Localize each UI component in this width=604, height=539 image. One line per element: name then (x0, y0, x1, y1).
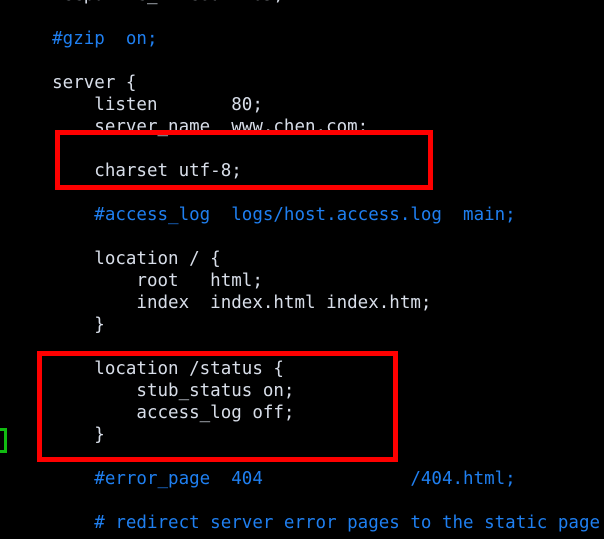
code-line: #access_log logs/host.access.log main; (10, 205, 516, 225)
code-line: #gzip on; (10, 29, 158, 49)
code-line: } (10, 315, 105, 335)
code-line: stub_status on; (10, 381, 295, 401)
code-line: server_name www.chen.com; (10, 117, 369, 137)
code-line: access_log off; (10, 403, 295, 423)
code-line: root html; (10, 271, 263, 291)
code-line: } (10, 425, 105, 445)
code-line: listen 80; (10, 95, 263, 115)
code-line: # redirect server error pages to the sta… (10, 513, 601, 533)
code-line: location /status { (10, 359, 284, 379)
code-line: server { (10, 73, 137, 93)
terminal-window: keepalive_timeout 65; #gzip on; server {… (0, 0, 604, 539)
code-line: index index.html index.htm; (10, 293, 432, 313)
code-listing[interactable]: keepalive_timeout 65; #gzip on; server {… (0, 0, 604, 539)
code-line: location / { (10, 249, 221, 269)
code-line: charset utf-8; (10, 161, 242, 181)
code-line: #error_page 404 /404.html; (10, 469, 516, 489)
